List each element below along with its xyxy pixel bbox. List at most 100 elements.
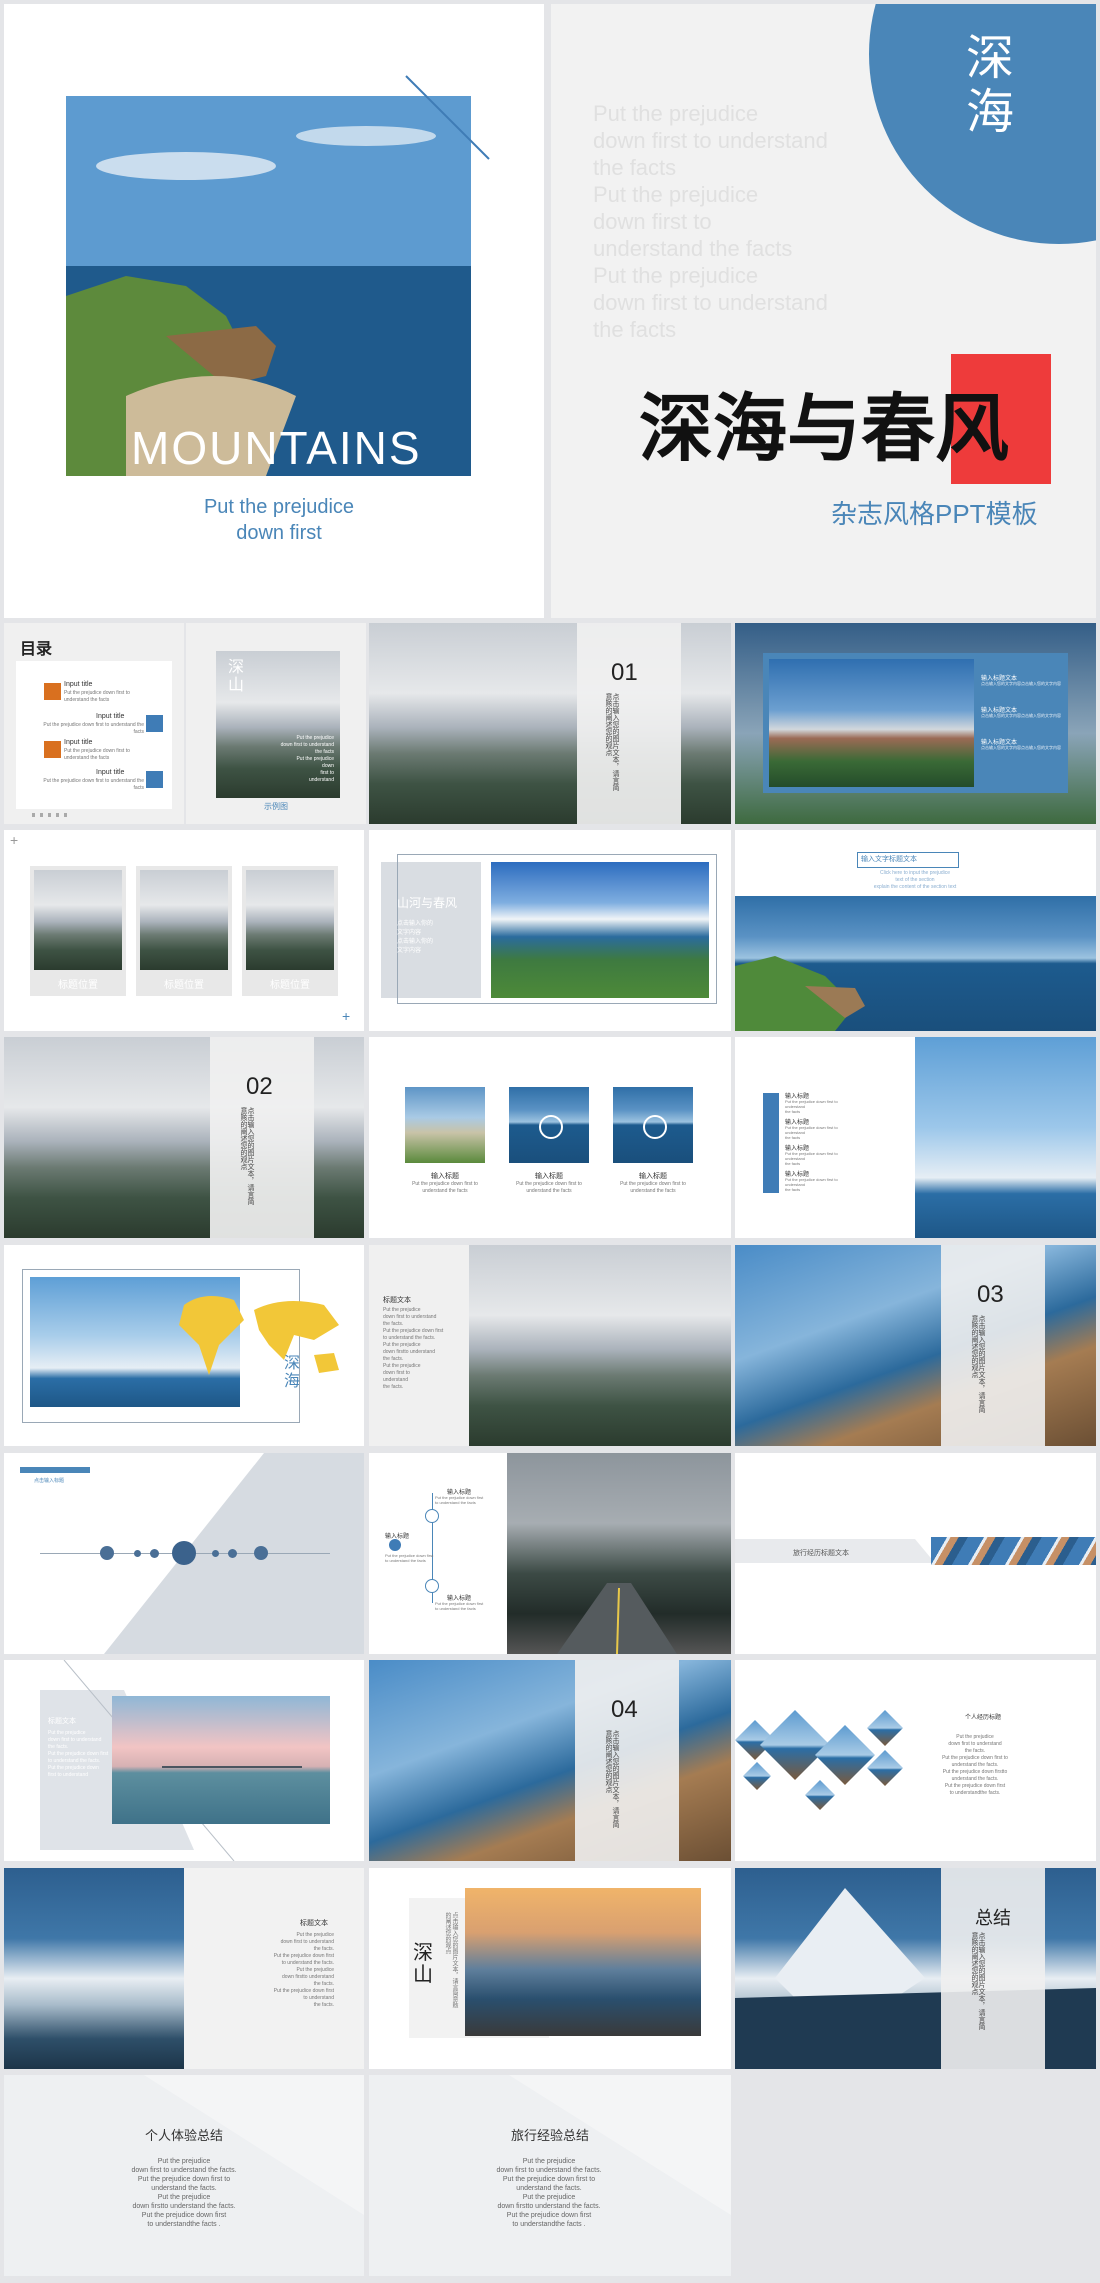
slide-four-titles[interactable]: 输入标题文本 点击输入您的文字内容点击输入您的文字内容 输入标题文本 点击输入您… xyxy=(735,623,1096,824)
snow-lines: Put the prejudice down first to understa… xyxy=(273,1932,334,2008)
section-vtext: 点击输入您的图片文本，请言简意赅的阐述您的观点 xyxy=(240,1107,254,1205)
toc-item-desc: Put the prejudice down first to understa… xyxy=(64,748,130,761)
wide-sub: Click here to input the prejudice text o… xyxy=(873,870,957,890)
slide-end-personal[interactable]: 个人体验总结 Put the prejudice down first to u… xyxy=(4,2075,364,2276)
sunset-chars: 深 山 xyxy=(413,1942,433,1986)
slide-title[interactable]: 深 海 Put the prejudice down first to unde… xyxy=(551,4,1096,618)
slide-section-03[interactable]: 03 点击输入您的图片文本，请言简意赅的阐述您的观点 xyxy=(735,1245,1096,1446)
diamond-title: 个人经历标题 xyxy=(965,1715,1002,1721)
photo-card: 标题位置 xyxy=(30,866,126,996)
road-title: 输入标题 xyxy=(385,1534,410,1540)
diamond-lines: Put the prejudice down first to understa… xyxy=(942,1734,1008,1796)
diagonal-line xyxy=(405,75,490,160)
slide-spring[interactable]: 山河与春风 点击输入你的 文字内容 点击输入你的 文字内容 xyxy=(369,830,731,1031)
pier-title: 标题文本 xyxy=(48,1718,76,1725)
slide-world-map[interactable]: 深 海 xyxy=(4,1245,364,1446)
slide-sunset[interactable]: 深 山 点击输入您的图片文本，请言简意赅的阐述您的观点 xyxy=(369,1868,731,2069)
card-photo xyxy=(246,870,334,970)
slide-section-02[interactable]: 02 点击输入您的图片文本，请言简意赅的阐述您的观点 xyxy=(4,1037,364,1238)
timeline-dot[interactable] xyxy=(134,1550,141,1557)
section-panel xyxy=(210,1037,314,1238)
faded-text: Put the prejudice down first to understa… xyxy=(593,101,828,342)
node-icon xyxy=(425,1579,439,1593)
label-lines: Put the prejudice down first to understa… xyxy=(383,1307,444,1390)
card-label: 标题位置 xyxy=(164,980,204,991)
spring-lines: 点击输入你的 文字内容 点击输入你的 文字内容 xyxy=(397,921,434,954)
timeline-dot[interactable] xyxy=(228,1549,237,1558)
node-icon xyxy=(389,1539,401,1551)
pier-line xyxy=(162,1766,302,1768)
label-photo xyxy=(469,1245,731,1446)
toc-item-title[interactable]: Input title xyxy=(96,769,124,776)
slide-mountains-cover[interactable]: MOUNTAINS Put the prejudice down first xyxy=(4,4,544,618)
boat-desc: Put the prejudice down first to understa… xyxy=(785,1177,838,1192)
timeline-dot[interactable] xyxy=(100,1546,114,1560)
label-title: 标题文本 xyxy=(383,1297,411,1304)
diamond-collage xyxy=(735,1710,903,1810)
circle-desc: Put the prejudice down first to understa… xyxy=(412,1181,478,1194)
slide-toc[interactable]: 目录 Input title Put the prejudice down fi… xyxy=(4,623,184,824)
section-number: 04 xyxy=(611,1696,638,1723)
slide-timeline[interactable]: 点击输入标题 xyxy=(4,1453,364,1654)
deep-mountain-chars: 深 山 xyxy=(228,659,245,694)
timeline-dot[interactable] xyxy=(150,1549,159,1558)
section-panel xyxy=(941,1245,1045,1446)
slide-summary[interactable]: 总结 点击输入您的图片文本，请言简意赅的阐述您的观点 xyxy=(735,1868,1096,2069)
cliff-graphic xyxy=(735,956,865,1031)
section-number: 02 xyxy=(246,1073,273,1100)
boat-photo xyxy=(915,1037,1096,1238)
section-vtext: 点击输入您的图片文本，请言简意赅的阐述您的观点 xyxy=(605,693,619,791)
slide-three-photos[interactable]: + + 标题位置 标题位置 标题位置 xyxy=(4,830,364,1031)
slide-pier[interactable]: 标题文本 Put the prejudice down first to und… xyxy=(4,1660,364,1861)
toc-item-desc: Put the prejudice down first to understa… xyxy=(43,778,144,791)
toc-item-title[interactable]: Input title xyxy=(64,681,92,688)
end-title: 旅行经验总结 xyxy=(510,2128,589,2143)
section-panel xyxy=(575,1660,679,1861)
blue-bar xyxy=(763,1093,779,1193)
circle-title: 输入标题 xyxy=(431,1173,459,1180)
slide-end-travel[interactable]: 旅行经验总结 Put the prejudice down first to u… xyxy=(369,2075,731,2276)
slide-section-04[interactable]: 04 点击输入您的图片文本，请言简意赅的阐述您的观点 xyxy=(369,1660,731,1861)
plus-icon: + xyxy=(10,832,19,848)
toc-marker xyxy=(44,683,61,700)
card-photo xyxy=(34,870,122,970)
photo-card: 标题位置 xyxy=(136,866,232,996)
boat-desc: Put the prejudice down first to understa… xyxy=(785,1151,838,1166)
toc-item-title[interactable]: Input title xyxy=(96,713,124,720)
slide-deep-mountain[interactable]: 深 山 Put the prejudice down first to unde… xyxy=(186,623,366,824)
sunset-vtext: 点击输入您的图片文本，请言简意赅的阐述您的观点 xyxy=(444,1912,457,2008)
slide-three-circles[interactable]: 输入标题 Put the prejudice down first to und… xyxy=(369,1037,731,1238)
slide-road[interactable]: 输入标题 Put the prejudice down first to und… xyxy=(369,1453,731,1654)
circle-title: 输入标题 xyxy=(535,1173,563,1180)
road-graphic xyxy=(557,1583,677,1654)
slide-section-01[interactable]: 01 点击输入您的图片文本，请言简意赅的阐述您的观点 xyxy=(369,623,731,824)
timeline-dot[interactable] xyxy=(254,1546,268,1560)
toc-title: 目录 xyxy=(20,641,53,658)
slide-label-text[interactable]: 标题文本 Put the prejudice down first to und… xyxy=(369,1245,731,1446)
slide-banner[interactable]: 旅行经历标题文本 xyxy=(735,1453,1096,1654)
map-chars: 深 海 xyxy=(284,1355,301,1390)
skyline-icon xyxy=(20,1467,90,1473)
cover-tagline: Put the prejudice down first xyxy=(203,496,355,544)
toc-item-title[interactable]: Input title xyxy=(64,739,92,746)
toc-item-desc: Put the prejudice down first to understa… xyxy=(64,690,130,703)
slide-wide-sea[interactable]: 输入文字标题文本 Click here to input the prejudi… xyxy=(735,830,1096,1031)
circle-chars: 深 海 xyxy=(966,32,1015,139)
summary-vtext: 点击输入您的图片文本，请言简意赅的阐述您的观点 xyxy=(971,1932,985,2030)
timeline-dot-main[interactable] xyxy=(172,1541,196,1565)
node-icon xyxy=(425,1509,439,1523)
timeline-dot[interactable] xyxy=(212,1550,219,1557)
circle-icon xyxy=(643,1115,667,1139)
section-vtext: 点击输入您的图片文本，请言简意赅的阐述您的观点 xyxy=(971,1315,985,1413)
slide-snow-left[interactable]: 标题文本 Put the prejudice down first to und… xyxy=(4,1868,364,2069)
end-lines: Put the prejudice down first to understa… xyxy=(131,2158,237,2228)
toc-marker xyxy=(146,771,163,788)
section-panel xyxy=(941,1868,1045,2069)
photo-card: 标题位置 xyxy=(242,866,338,996)
card-photo xyxy=(140,870,228,970)
end-title: 个人体验总结 xyxy=(144,2128,223,2143)
slide-boat[interactable]: 输入标题 Put the prejudice down first to und… xyxy=(735,1037,1096,1238)
subtitle: 杂志风格PPT模板 xyxy=(831,499,1038,529)
slide-diamonds[interactable]: 个人经历标题 Put the prejudice down first to u… xyxy=(735,1660,1096,1861)
inner-photo xyxy=(769,659,974,787)
